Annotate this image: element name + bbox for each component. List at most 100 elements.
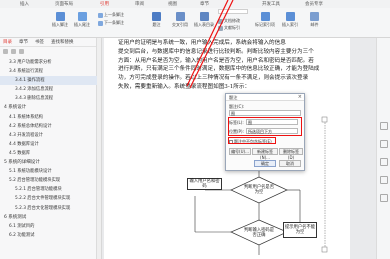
crop-icon[interactable] xyxy=(380,140,388,148)
mail-icon xyxy=(310,12,319,21)
table-of-figures-icon xyxy=(199,12,209,21)
zoom-icon[interactable] xyxy=(380,158,388,166)
ribbon-toolbar: 插入 页面布局 引用 审阅 视图 章节 开发工具 会员专享 插入脚注 插入尾注 … xyxy=(0,0,390,38)
toc-item[interactable]: 6.1 测试目的 xyxy=(0,222,97,231)
vertical-ruler xyxy=(97,38,102,259)
toc-item[interactable]: 4.3 开发流程设计 xyxy=(0,131,97,140)
toc-item[interactable]: 5.1 系统功能模块设计 xyxy=(0,167,97,176)
tab-references[interactable]: 引用 xyxy=(100,1,109,7)
dialog-title: 题注 xyxy=(226,94,304,101)
numbering-button[interactable]: 编号(U)... xyxy=(229,148,251,155)
tab-chapters[interactable]: 章节 xyxy=(19,39,28,45)
prev-footnote-label: 上一条脚注 xyxy=(104,12,124,17)
caption-dialog: 题注 × 题注(C): 图 标签(L): 图 位置(P): 所选项目下方 题注中… xyxy=(225,93,305,171)
toc-item[interactable]: 4.4 数据库设计 xyxy=(0,140,97,149)
ok-button[interactable]: 确定 xyxy=(254,160,276,167)
delete-label-button[interactable]: 删除标签(D) xyxy=(279,148,303,160)
ribbon-search-box[interactable] xyxy=(218,9,248,14)
toc-item[interactable]: 6.2 功能测试 xyxy=(0,231,97,240)
insert-index-button[interactable]: 插入索引 xyxy=(282,12,298,28)
toc-item[interactable]: 5.2.1 后台管理功能模块 xyxy=(0,185,97,194)
mark-index-icon xyxy=(260,12,270,21)
caption-icon xyxy=(152,12,161,21)
insert-endnote-button[interactable]: 插入尾注 xyxy=(74,12,90,28)
toc-item[interactable]: 4.5 数据库 xyxy=(0,149,97,158)
flow-diamond-password-check: 判断输入密码是否正确 xyxy=(243,227,275,239)
tab-page-layout[interactable]: 页面布局 xyxy=(55,1,73,7)
flow-diamond-user-empty: 判断用户名是否为空 xyxy=(243,184,275,196)
paragraph-line: 提交到后台，与数据库中的信息记录进行比较判断。判断比较内容主要分为三个 xyxy=(118,48,314,55)
prev-footnote-button[interactable]: 上一条脚注 xyxy=(98,12,124,18)
toc-item[interactable]: 5.2.2 后台文件管理模块实现 xyxy=(0,194,97,203)
toc-item[interactable]: 3.3 用户功能需求分析 xyxy=(0,58,97,67)
cancel-button[interactable]: 取消 xyxy=(279,160,301,167)
exclude-option-highlight xyxy=(228,137,276,144)
tab-bookmarks[interactable]: 书签 xyxy=(35,39,44,45)
insert-table-of-figures-label: 插入表目录 xyxy=(194,22,214,27)
layout-option-icon[interactable] xyxy=(380,122,388,130)
tab-find-replace[interactable]: 查找和替换 xyxy=(51,39,74,45)
document-modify-button[interactable]: 文档修改 xyxy=(218,18,240,24)
close-icon[interactable]: × xyxy=(298,94,302,101)
tab-review[interactable]: 审阅 xyxy=(135,1,144,7)
rotate-icon[interactable] xyxy=(380,176,388,184)
caption-text-input[interactable]: 图 xyxy=(229,110,301,116)
next-footnote-label: 下一条脚注 xyxy=(104,20,124,25)
tab-insert[interactable]: 插入 xyxy=(20,1,29,7)
navigation-toolbar xyxy=(0,47,96,55)
toc-list: 3.3 用户功能需求分析 3.4 系统运行流程 3.4.1 操作流程 3.4.2 添加… xyxy=(0,58,97,240)
settings-icon[interactable] xyxy=(19,49,24,54)
caption-label: 题注 xyxy=(152,22,161,27)
next-footnote-button[interactable]: 下一条脚注 xyxy=(98,20,124,26)
literature-index-button[interactable]: 文献标引 xyxy=(218,25,240,31)
toc-item[interactable]: 3.4.3 删除信息流程 xyxy=(0,94,97,103)
cross-reference-label: 交叉引用 xyxy=(172,22,188,27)
navigation-tabs: 目录 章节 书签 查找和替换 xyxy=(0,38,96,47)
toc-item[interactable]: 5 系统的详细设计 xyxy=(0,158,97,167)
toc-item[interactable]: 4.2 系统总体结构设计 xyxy=(0,122,97,131)
literature-index-icon xyxy=(218,25,223,31)
more-icon[interactable] xyxy=(380,194,388,202)
tab-member[interactable]: 会员专享 xyxy=(305,1,323,7)
paragraph-line: 方面：从用户名是否为空，输入的用户名是否为空，用户名和密码是否匹配。若 xyxy=(118,57,314,64)
insert-endnote-label: 插入尾注 xyxy=(74,22,90,27)
toc-item[interactable]: 3.4.2 添加信息流程 xyxy=(0,85,97,94)
endnote-icon xyxy=(77,12,87,21)
tab-view[interactable]: 视图 xyxy=(168,1,177,7)
mark-index-label: 标记索引项 xyxy=(255,22,275,27)
toc-item[interactable]: 5.2.3 后台文化管理模块实现 xyxy=(0,204,97,213)
toc-item[interactable]: 4 系统设计 xyxy=(0,103,97,112)
paragraph-line: 证用户的证明是与系统一致，用户输入完成后，系统会将输入的信息 xyxy=(118,40,286,46)
tab-chapter[interactable]: 章节 xyxy=(200,1,209,7)
caption-button[interactable]: 题注 xyxy=(152,12,161,28)
insert-index-label: 插入索引 xyxy=(282,22,298,27)
cross-reference-icon xyxy=(175,12,185,21)
tab-toc[interactable]: 目录 xyxy=(3,39,12,45)
toc-item[interactable]: 4.1 系统体系结构 xyxy=(0,113,97,122)
toc-item[interactable]: 5.2 后台管理功能模块实现 xyxy=(0,176,97,185)
insert-footnote-label: 插入脚注 xyxy=(52,22,68,27)
mail-merge-button[interactable]: 邮件 xyxy=(310,12,319,28)
mark-index-entry-button[interactable]: 标记索引项 xyxy=(255,12,275,28)
flow-error-box: 提示用户名不能为空 xyxy=(283,222,317,238)
tab-developer[interactable]: 开发工具 xyxy=(262,1,280,7)
prev-footnote-icon xyxy=(98,12,103,18)
toc-item[interactable]: 6 系统测试 xyxy=(0,213,97,222)
insert-table-of-figures-button[interactable]: 插入表目录 xyxy=(194,12,214,28)
toc-item[interactable]: 3.4.1 操作流程 xyxy=(0,76,97,86)
body-paragraph: 证用户的证明是与系统一致，用户输入完成后，系统会将输入的信息 提交到后台，与数据… xyxy=(118,39,343,92)
expand-icon[interactable] xyxy=(3,49,8,54)
footnote-icon xyxy=(55,12,65,21)
ribbon-tab-row: 插入 页面布局 引用 审阅 视图 章节 开发工具 会员专享 xyxy=(0,0,390,8)
insert-index-icon xyxy=(285,12,295,21)
paragraph-line: 功，方可完成登录的操作。若以上三种情况有一条不满足，则会提示该次登录 xyxy=(118,75,309,82)
collapse-icon[interactable] xyxy=(11,49,16,54)
flow-input-box: 输入用户名和密码 xyxy=(187,178,222,190)
literature-index-label: 文献标引 xyxy=(224,25,240,30)
new-label-button[interactable]: 新建标签(N)... xyxy=(252,148,278,160)
toc-item[interactable]: 3.4 系统运行流程 xyxy=(0,67,97,76)
insert-footnote-button[interactable]: 插入脚注 xyxy=(52,12,68,28)
paragraph-line: 进行判断，只有满足三个条件同时满足，数据库中的信息比较正确，才能为登陆成 xyxy=(118,66,320,73)
cross-reference-button[interactable]: 交叉引用 xyxy=(172,12,188,28)
document-modify-label: 文档修改 xyxy=(224,18,240,23)
